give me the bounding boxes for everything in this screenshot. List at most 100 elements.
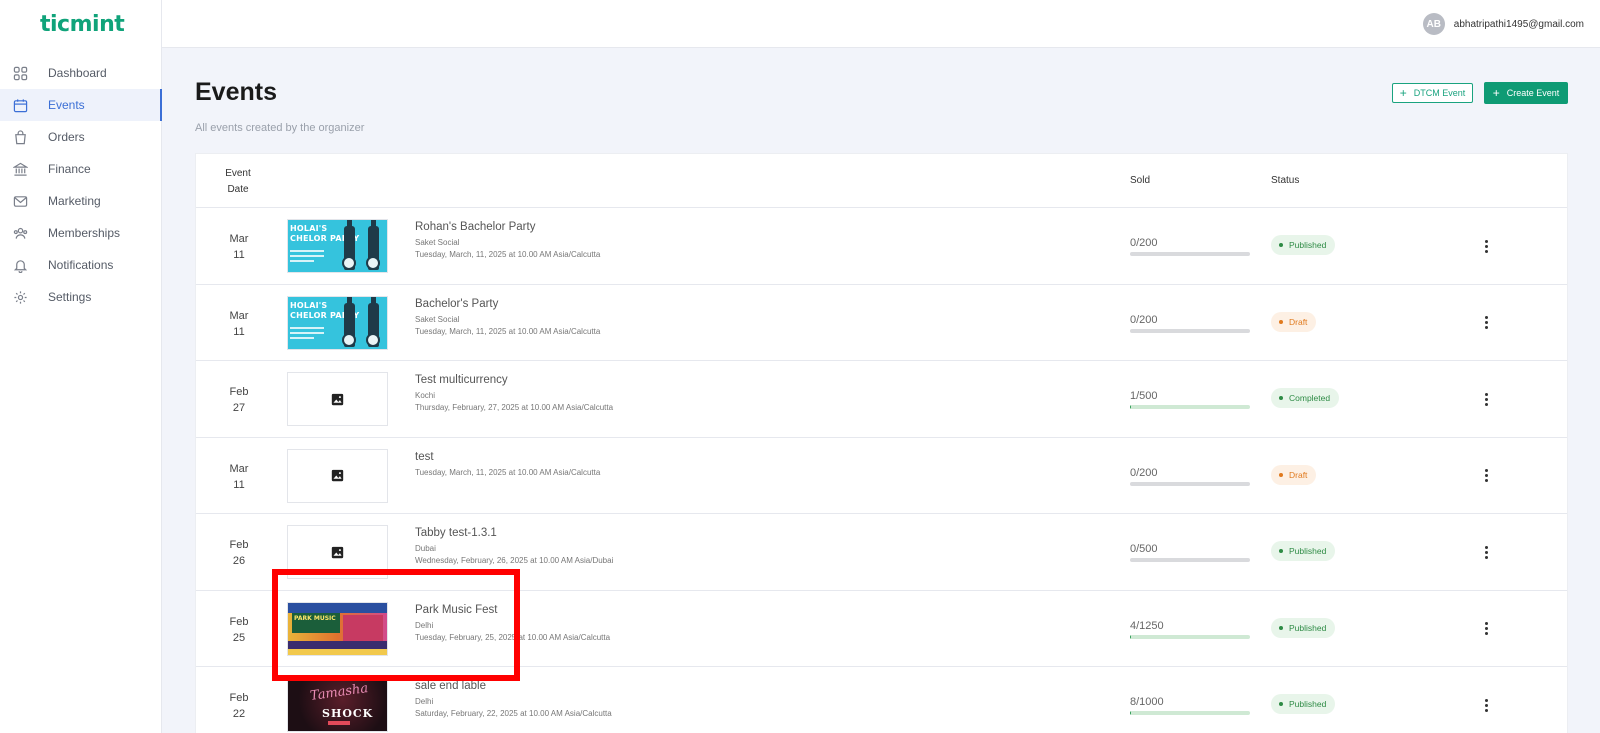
user-menu[interactable]: AB abhatripathi1495@gmail.com <box>1422 13 1584 35</box>
event-name[interactable]: Tabby test-1.3.1 <box>415 527 497 539</box>
column-header-status: Status <box>1271 175 1300 186</box>
event-name[interactable]: test <box>415 451 434 463</box>
page-subtitle: All events created by the organizer <box>195 122 365 134</box>
create-event-button[interactable]: + Create Event <box>1484 82 1568 104</box>
create-event-label: Create Event <box>1506 88 1560 98</box>
more-options-icon[interactable] <box>1481 389 1491 409</box>
sidebar-item-dashboard[interactable]: Dashboard <box>0 57 162 89</box>
sold-count: 4/1250 <box>1130 619 1164 632</box>
event-datetime: Tuesday, March, 11, 2025 at 10.00 AM Asi… <box>415 250 601 259</box>
event-venue: Saket Social <box>415 238 460 247</box>
table-row[interactable]: Feb 26 Tabby test-1.3.1 Dubai Wednesday, Feb… <box>196 514 1567 591</box>
event-date: Feb 26 <box>218 537 260 569</box>
event-day: 25 <box>232 631 246 644</box>
event-thumbnail[interactable]: PARK MUSIC <box>287 601 388 656</box>
sidebar-item-label: Dashboard <box>48 66 107 80</box>
more-options-icon[interactable] <box>1481 619 1491 639</box>
sidebar-item-notifications[interactable]: Notifications <box>0 249 162 281</box>
more-options-icon[interactable] <box>1481 313 1491 333</box>
event-month: Mar <box>229 309 249 322</box>
mail-icon <box>12 193 28 209</box>
event-thumbnail[interactable]: Tamasha SHOCK <box>287 678 388 732</box>
dtcm-event-button[interactable]: + DTCM Event <box>1392 83 1473 103</box>
event-thumbnail[interactable] <box>287 372 388 426</box>
status-dot <box>1279 549 1283 553</box>
event-day: 11 <box>233 478 245 491</box>
sidebar-item-events[interactable]: Events <box>0 89 162 121</box>
event-name[interactable]: sale end lable <box>415 680 486 692</box>
dtcm-event-label: DTCM Event <box>1413 88 1466 98</box>
sidebar-item-memberships[interactable]: Memberships <box>0 217 162 249</box>
gear-icon <box>12 289 28 305</box>
sidebar-item-label: Notifications <box>48 258 114 272</box>
sold-count: 0/500 <box>1130 543 1158 555</box>
grid-icon <box>12 65 28 81</box>
sold-count: 0/200 <box>1130 313 1158 326</box>
users-icon <box>12 225 28 241</box>
sidebar-item-orders[interactable]: Orders <box>0 121 162 153</box>
more-options-icon[interactable] <box>1481 695 1491 715</box>
event-datetime: Tuesday, March, 11, 2025 at 10.00 AM Asi… <box>415 467 601 477</box>
table-row[interactable]: Mar 11 HOLAI'S CHELOR PARTY Bachelor's Party… <box>196 285 1567 361</box>
sold-count: 0/200 <box>1130 237 1158 249</box>
status-dot <box>1279 625 1283 630</box>
event-datetime: Tuesday, February, 25, 2025 at 10.00 AM … <box>415 632 611 642</box>
event-thumbnail[interactable] <box>287 448 388 503</box>
table-header: Event Date Sold Status <box>196 154 1567 208</box>
event-datetime: Thursday, February, 27, 2025 at 10.00 AM… <box>415 403 614 412</box>
event-venue: Dubai <box>415 544 436 553</box>
sold-count: 8/1000 <box>1130 696 1164 708</box>
event-poster: HOLAI'S CHELOR PARTY <box>288 296 387 349</box>
more-options-icon[interactable] <box>1481 542 1491 562</box>
column-header-date: Event Date <box>225 168 251 195</box>
sold-count: 1/500 <box>1130 390 1158 402</box>
event-day: 11 <box>233 249 245 261</box>
event-day: 22 <box>232 708 246 720</box>
sidebar-item-label: Marketing <box>48 194 101 208</box>
table-row[interactable]: Mar 11 HOLAI'S CHELOR PARTY Rohan's Bachelor… <box>196 208 1567 285</box>
table-row[interactable]: Mar 11 test Tuesday, March, 11, 2025 at 10.… <box>196 438 1567 514</box>
user-email: abhatripathi1495@gmail.com <box>1453 18 1584 30</box>
status-label: Completed <box>1289 393 1331 403</box>
event-name[interactable]: Park Music Fest <box>415 604 497 616</box>
table-row[interactable]: Feb 22 Tamasha SHOCK sale end lable Delhi Satu… <box>196 667 1567 733</box>
table-row[interactable]: Feb 27 Test multicurrency Kochi Thursday, Fe… <box>196 361 1567 438</box>
more-options-icon[interactable] <box>1481 236 1491 256</box>
event-thumbnail[interactable] <box>287 525 388 579</box>
sold-progress-bar <box>1130 711 1250 715</box>
avatar[interactable]: AB <box>1422 13 1445 35</box>
more-options-icon[interactable] <box>1481 466 1491 486</box>
status-label: Published <box>1289 546 1327 556</box>
status-badge: Published <box>1271 694 1336 714</box>
event-venue: Delhi <box>415 620 434 630</box>
events-table: Event Date Sold Status Mar 11 HOLAI'S CHELO… <box>195 153 1568 733</box>
sidebar-item-marketing[interactable]: Marketing <box>0 185 162 217</box>
event-name[interactable]: Test multicurrency <box>415 374 508 386</box>
event-date: Feb 22 <box>218 690 260 722</box>
status-dot <box>1279 472 1283 477</box>
table-row[interactable]: Feb 25 PARK MUSIC Park Music Fest Delhi Tuesd… <box>196 591 1567 667</box>
event-thumbnail[interactable]: HOLAI'S CHELOR PARTY <box>287 295 388 350</box>
calendar-icon <box>12 97 28 113</box>
event-day: 26 <box>232 555 246 567</box>
event-datetime: Saturday, February, 22, 2025 at 10.00 AM… <box>415 709 612 718</box>
event-date: Feb 25 <box>218 614 260 646</box>
status-dot <box>1279 243 1283 247</box>
status-label: Draft <box>1289 469 1308 480</box>
event-name[interactable]: Rohan's Bachelor Party <box>415 221 535 233</box>
ticmint-logo[interactable]: ticmint <box>40 12 125 37</box>
sidebar-item-settings[interactable]: Settings <box>0 281 162 313</box>
event-venue: Kochi <box>415 391 436 400</box>
sidebar-item-finance[interactable]: Finance <box>0 153 162 185</box>
status-label: Draft <box>1289 316 1308 327</box>
sidebar-item-label: Memberships <box>48 226 121 240</box>
status-badge: Published <box>1271 541 1336 561</box>
event-poster: PARK MUSIC <box>288 602 387 655</box>
column-header-sold: Sold <box>1130 175 1151 186</box>
event-month: Mar <box>229 462 249 475</box>
event-poster: Tamasha SHOCK <box>288 679 387 731</box>
status-dot <box>1279 396 1283 400</box>
event-thumbnail[interactable]: HOLAI'S CHELOR PARTY <box>287 219 388 273</box>
sidebar-item-label: Events <box>48 98 85 112</box>
event-name[interactable]: Bachelor's Party <box>415 298 498 310</box>
